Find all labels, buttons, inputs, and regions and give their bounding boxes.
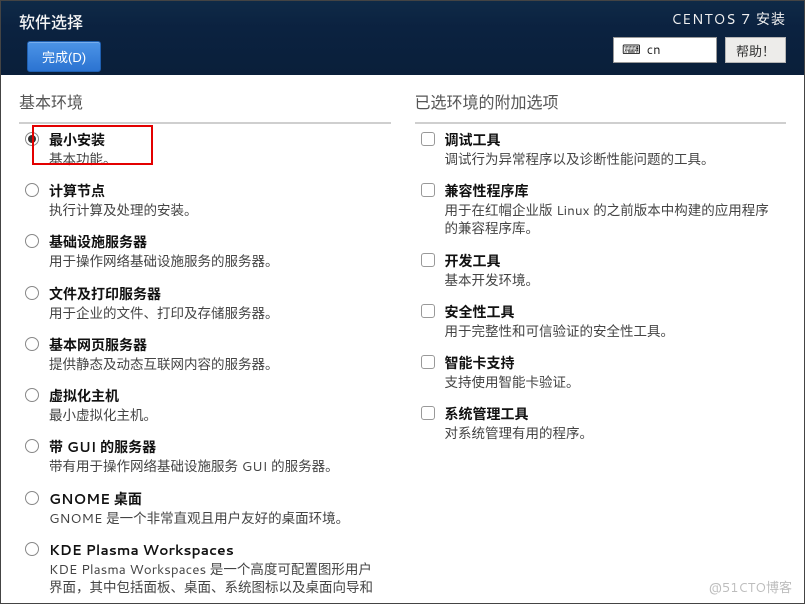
base-env-item[interactable]: KDE Plasma WorkspacesKDE Plasma Workspac… [19, 534, 387, 597]
addon-desc: 对系统管理有用的程序。 [445, 425, 779, 443]
addon-title: 系统管理工具 [445, 404, 779, 424]
base-env-title: 文件及打印服务器 [49, 284, 383, 304]
addon-checkbox[interactable] [421, 406, 435, 420]
base-env-radio[interactable] [25, 183, 39, 197]
addon-item[interactable]: 兼容性程序库用于在红帽企业版 Linux 的之前版本中构建的应用程序的兼容程序库… [415, 175, 783, 244]
addon-item[interactable]: 智能卡支持支持使用智能卡验证。 [415, 347, 783, 398]
base-env-desc: 带有用于操作网络基础设施服务 GUI 的服务器。 [49, 458, 383, 476]
addon-checkbox[interactable] [421, 253, 435, 267]
addon-title: 兼容性程序库 [445, 181, 779, 201]
base-env-title: 最小安装 [49, 130, 383, 150]
base-env-radio[interactable] [25, 337, 39, 351]
base-env-item[interactable]: 虚拟化主机最小虚拟化主机。 [19, 380, 387, 431]
base-env-desc: 基本功能。 [49, 151, 383, 169]
base-env-title: KDE Plasma Workspaces [49, 540, 383, 560]
base-env-title: GNOME 桌面 [49, 489, 383, 509]
base-env-desc: 执行计算及处理的安装。 [49, 202, 383, 220]
done-button[interactable]: 完成(D) [27, 41, 101, 72]
addon-column: 已选环境的附加选项 调试工具调试行为异常程序以及诊断性能问题的工具。兼容性程序库… [415, 89, 787, 597]
addon-checkbox[interactable] [421, 132, 435, 146]
addon-item[interactable]: 系统管理工具对系统管理有用的程序。 [415, 398, 783, 449]
base-env-radio[interactable] [25, 439, 39, 453]
base-env-desc: KDE Plasma Workspaces 是一个高度可配置图形用户界面，其中包… [49, 561, 383, 597]
addon-heading: 已选环境的附加选项 [415, 89, 787, 114]
help-button[interactable]: 帮助！ [725, 37, 786, 63]
content-area: 基本环境 最小安装基本功能。计算节点执行计算及处理的安装。基础设施服务器用于操作… [1, 75, 804, 603]
addon-title: 智能卡支持 [445, 353, 779, 373]
addon-item[interactable]: 调试工具调试行为异常程序以及诊断性能问题的工具。 [415, 124, 783, 175]
base-env-desc: 用于操作网络基础设施服务的服务器。 [49, 253, 383, 271]
base-env-title: 计算节点 [49, 181, 383, 201]
addon-title: 调试工具 [445, 130, 779, 150]
base-env-item[interactable]: 带 GUI 的服务器带有用于操作网络基础设施服务 GUI 的服务器。 [19, 431, 387, 482]
addon-checkbox[interactable] [421, 355, 435, 369]
base-env-radio[interactable] [25, 234, 39, 248]
base-env-radio[interactable] [25, 542, 39, 556]
base-env-item[interactable]: 基础设施服务器用于操作网络基础设施服务的服务器。 [19, 226, 387, 277]
product-title: CENTOS 7 安装 [671, 9, 786, 29]
addon-item[interactable]: 安全性工具用于完整性和可信验证的安全性工具。 [415, 296, 783, 347]
base-env-radio[interactable] [25, 491, 39, 505]
header-controls: ⌨ cn 帮助！ [613, 37, 786, 63]
page-title: 软件选择 [19, 9, 613, 34]
addon-title: 开发工具 [445, 251, 779, 271]
addon-desc: 调试行为异常程序以及诊断性能问题的工具。 [445, 151, 779, 169]
addon-desc: 用于完整性和可信验证的安全性工具。 [445, 323, 779, 341]
base-env-item[interactable]: GNOME 桌面GNOME 是一个非常直观且用户友好的桌面环境。 [19, 483, 387, 534]
addon-title: 安全性工具 [445, 302, 779, 322]
base-env-item[interactable]: 最小安装基本功能。 [19, 124, 387, 175]
base-env-title: 虚拟化主机 [49, 386, 383, 406]
base-env-radio[interactable] [25, 132, 39, 146]
keyboard-icon: ⌨ [622, 41, 641, 59]
base-env-item[interactable]: 计算节点执行计算及处理的安装。 [19, 175, 387, 226]
addon-list[interactable]: 调试工具调试行为异常程序以及诊断性能问题的工具。兼容性程序库用于在红帽企业版 L… [415, 122, 787, 597]
base-env-desc: 用于企业的文件、打印及存储服务器。 [49, 305, 383, 323]
watermark: @51CTO博客 [709, 577, 792, 597]
base-environment-heading: 基本环境 [19, 89, 391, 114]
base-env-title: 带 GUI 的服务器 [49, 437, 383, 457]
addon-desc: 基本开发环境。 [445, 272, 779, 290]
addon-desc: 用于在红帽企业版 Linux 的之前版本中构建的应用程序的兼容程序库。 [445, 202, 779, 238]
header-right: CENTOS 7 安装 ⌨ cn 帮助！ [613, 9, 786, 63]
base-env-desc: 提供静态及动态互联网内容的服务器。 [49, 356, 383, 374]
keyboard-indicator[interactable]: ⌨ cn [613, 37, 717, 63]
base-env-title: 基础设施服务器 [49, 232, 383, 252]
addon-checkbox[interactable] [421, 183, 435, 197]
keyboard-layout-label: cn [647, 41, 661, 59]
base-env-desc: 最小虚拟化主机。 [49, 407, 383, 425]
base-environment-column: 基本环境 最小安装基本功能。计算节点执行计算及处理的安装。基础设施服务器用于操作… [19, 89, 391, 597]
base-env-radio[interactable] [25, 388, 39, 402]
base-env-item[interactable]: 文件及打印服务器用于企业的文件、打印及存储服务器。 [19, 278, 387, 329]
base-env-desc: GNOME 是一个非常直观且用户友好的桌面环境。 [49, 510, 383, 528]
base-env-item[interactable]: 基本网页服务器提供静态及动态互联网内容的服务器。 [19, 329, 387, 380]
addon-desc: 支持使用智能卡验证。 [445, 374, 779, 392]
addon-item[interactable]: 开发工具基本开发环境。 [415, 245, 783, 296]
base-env-title: 基本网页服务器 [49, 335, 383, 355]
base-env-radio[interactable] [25, 286, 39, 300]
base-environment-list[interactable]: 最小安装基本功能。计算节点执行计算及处理的安装。基础设施服务器用于操作网络基础设… [19, 122, 391, 597]
addon-checkbox[interactable] [421, 304, 435, 318]
header-bar: 软件选择 CENTOS 7 安装 ⌨ cn 帮助！ 完成(D) [1, 1, 804, 75]
